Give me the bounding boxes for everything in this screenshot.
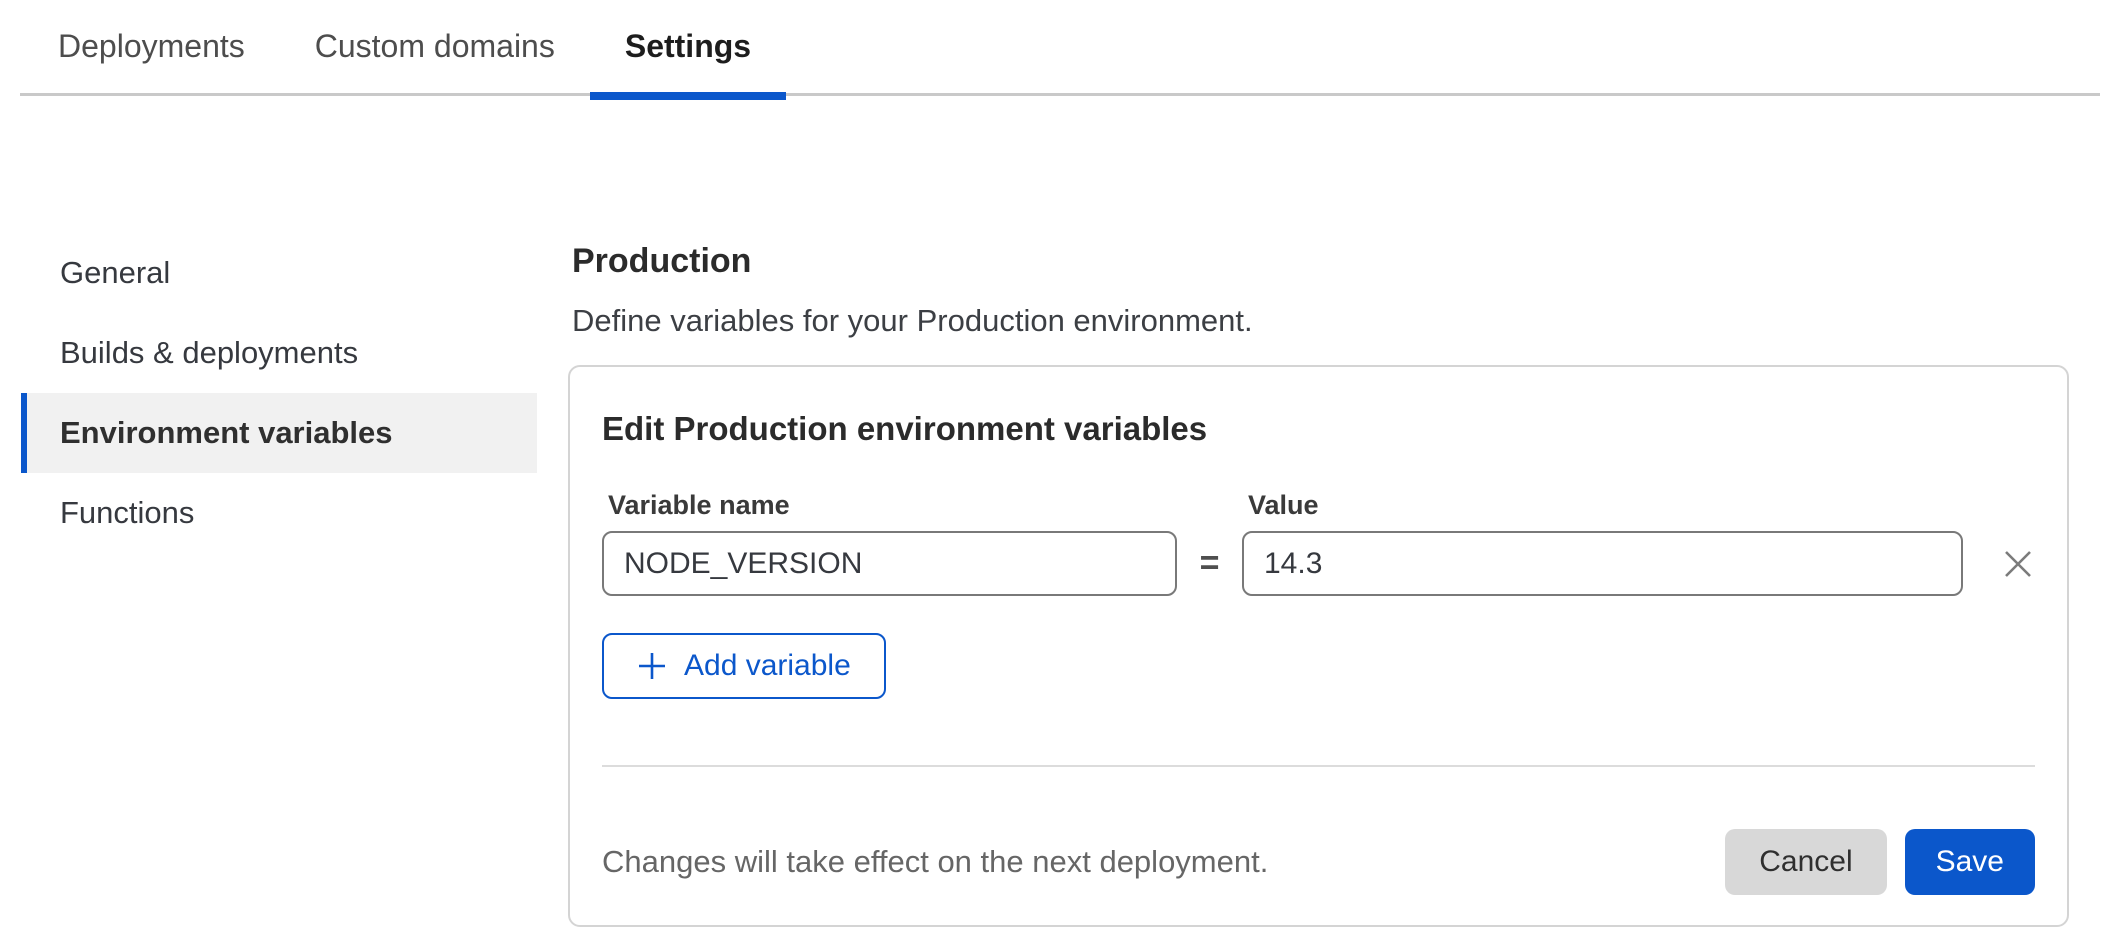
environment-variables-card: Edit Production environment variables Va… — [568, 365, 2069, 927]
save-button[interactable]: Save — [1905, 829, 2035, 895]
footer-note: Changes will take effect on the next dep… — [602, 844, 1725, 880]
sidebar-item-builds-deployments[interactable]: Builds & deployments — [21, 313, 537, 393]
variable-name-label: Variable name — [602, 489, 1177, 521]
card-divider — [602, 765, 2035, 767]
cancel-button[interactable]: Cancel — [1725, 829, 1886, 895]
variable-value-column: Value — [1242, 489, 1963, 596]
sidebar-item-functions[interactable]: Functions — [21, 473, 537, 553]
tab-custom-domains[interactable]: Custom domains — [280, 0, 590, 93]
section-description: Define variables for your Production env… — [572, 303, 2069, 339]
remove-variable-button[interactable] — [2001, 547, 2035, 581]
card-title: Edit Production environment variables — [602, 409, 2035, 449]
section-title: Production — [572, 241, 2069, 281]
variable-name-input[interactable] — [602, 531, 1177, 596]
variable-value-label: Value — [1242, 489, 1963, 521]
add-variable-label: Add variable — [684, 649, 851, 683]
variable-row: Variable name = Value — [602, 489, 2035, 596]
plus-icon — [637, 651, 667, 681]
variable-name-column: Variable name — [602, 489, 1177, 596]
close-icon — [2001, 547, 2035, 581]
sidebar-item-environment-variables[interactable]: Environment variables — [21, 393, 537, 473]
tab-deployments[interactable]: Deployments — [23, 0, 280, 93]
equals-sign: = — [1177, 531, 1242, 596]
settings-sidebar: General Builds & deployments Environment… — [21, 233, 537, 553]
card-footer: Changes will take effect on the next dep… — [602, 829, 2035, 895]
add-variable-button[interactable]: Add variable — [602, 633, 886, 699]
sidebar-item-general[interactable]: General — [21, 233, 537, 313]
remove-variable-cell — [2001, 531, 2035, 596]
variable-value-input[interactable] — [1242, 531, 1963, 596]
main-content: Production Define variables for your Pro… — [568, 0, 2069, 927]
